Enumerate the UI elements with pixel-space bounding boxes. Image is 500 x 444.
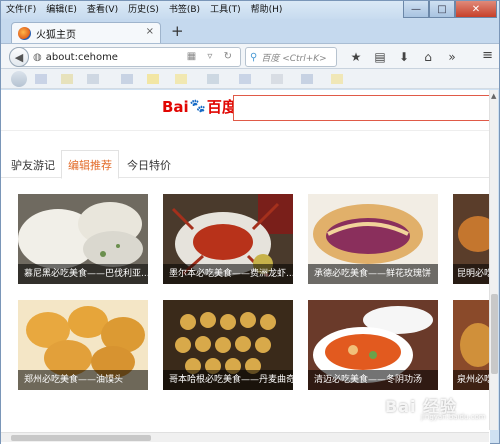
firefox-icon	[18, 26, 31, 40]
bookmark-icon[interactable]	[11, 71, 27, 87]
scroll-up-icon[interactable]: ▲	[491, 92, 496, 100]
maximize-button[interactable]: □	[429, 1, 455, 18]
food-card[interactable]: 清迈必吃美食——冬阴功汤	[308, 300, 438, 390]
bookmark-item[interactable]	[301, 74, 313, 84]
reading-list-icon[interactable]: ▤	[369, 48, 391, 66]
overflow-icon[interactable]: »	[441, 48, 463, 66]
window-controls: — □ ✕	[403, 1, 497, 18]
card-caption: 昆明必吃...	[453, 264, 490, 284]
search-input[interactable]: ⚲ 百度 <Ctrl+K>	[245, 47, 337, 67]
bookmark-item[interactable]	[61, 74, 73, 84]
bookmarks-strip	[1, 69, 499, 89]
card-caption: 泉州必吃...	[453, 370, 490, 390]
food-card[interactable]: 慕尼黑必吃美食——巴伐利亚...	[18, 194, 148, 284]
close-window-button[interactable]: ✕	[455, 1, 497, 18]
baidu-search-input[interactable]	[233, 95, 490, 121]
bookmark-item[interactable]	[239, 74, 251, 84]
home-icon[interactable]: ⌂	[417, 48, 439, 66]
minimize-button[interactable]: —	[403, 1, 429, 18]
navigation-bar: ◀ ◍ about:cehome ▦ ▿ ↻ ⚲ 百度 <Ctrl+K> ★ ▤…	[1, 43, 499, 69]
scroll-thumb[interactable]	[11, 435, 151, 441]
bookmark-item[interactable]	[175, 74, 187, 84]
globe-icon: ◍	[33, 51, 42, 63]
tab-travel-notes[interactable]: 驴友游记	[11, 157, 55, 173]
menu-help[interactable]: 帮助(H)	[246, 1, 288, 19]
nav-toolbar: ★ ▤ ⬇ ⌂ »	[345, 48, 465, 66]
divider	[1, 130, 490, 131]
food-card[interactable]: 承德必吃美食——鲜花玫瑰饼	[308, 194, 438, 284]
menu-file[interactable]: 文件(F)	[1, 1, 41, 19]
url-text[interactable]: about:cehome	[46, 52, 118, 63]
search-placeholder: 百度 <Ctrl+K>	[261, 53, 327, 64]
bookmark-item[interactable]	[87, 74, 99, 84]
bookmark-item[interactable]	[121, 74, 133, 84]
page-header: Bai 🐾 百度	[1, 90, 490, 128]
tab-home[interactable]: 火狐主页 ×	[11, 22, 161, 43]
watermark-url: jingyan.baidu.com	[421, 413, 486, 421]
food-card[interactable]: 郑州必吃美食——油馍头	[18, 300, 148, 390]
download-icon[interactable]: ⬇	[393, 48, 415, 66]
baidu-logo[interactable]: Bai 🐾 百度	[162, 96, 237, 117]
tab-editor-picks[interactable]: 编辑推荐	[68, 157, 112, 173]
card-caption: 清迈必吃美食——冬阴功汤	[308, 370, 438, 390]
new-tab-button[interactable]: +	[171, 22, 184, 40]
tab-close-icon[interactable]: ×	[146, 26, 154, 37]
search-icon: ⚲	[250, 51, 258, 63]
page-content: Bai 🐾 百度 驴友游记 编辑推荐 今日特价 慕尼黑必吃美食——巴伐利亚...	[1, 90, 490, 444]
vertical-scrollbar[interactable]: ▲	[489, 90, 498, 430]
tab-title: 火狐主页	[36, 29, 76, 41]
bookmark-item[interactable]	[271, 74, 283, 84]
horizontal-scrollbar[interactable]	[1, 432, 489, 442]
back-arrow-icon[interactable]: ◀	[9, 47, 29, 67]
card-caption: 墨尔本必吃美食——费洲龙虾...	[163, 264, 293, 284]
menu-tools[interactable]: 工具(T)	[205, 1, 246, 19]
menu-edit[interactable]: 编辑(E)	[41, 1, 82, 19]
reload-icon[interactable]: ▦ ▿ ↻	[187, 51, 236, 62]
food-card[interactable]: 墨尔本必吃美食——费洲龙虾...	[163, 194, 293, 284]
menu-bookmarks[interactable]: 书签(B)	[164, 1, 205, 19]
food-card[interactable]: 哥本哈根必吃美食——丹麦曲奇	[163, 300, 293, 390]
bookmark-star-icon[interactable]: ★	[345, 48, 367, 66]
food-card[interactable]: 昆明必吃...	[453, 194, 490, 284]
hamburger-menu-icon[interactable]: ≡	[482, 48, 493, 63]
bookmark-item[interactable]	[35, 74, 47, 84]
food-card[interactable]: 泉州必吃...	[453, 300, 490, 390]
menu-history[interactable]: 历史(S)	[123, 1, 164, 19]
card-caption: 承德必吃美食——鲜花玫瑰饼	[308, 264, 438, 284]
menu-bar: 文件(F) 编辑(E) 查看(V) 历史(S) 书签(B) 工具(T) 帮助(H…	[1, 1, 499, 19]
bookmark-item[interactable]	[207, 74, 219, 84]
url-bar[interactable]: ◀ ◍ about:cehome ▦ ▿ ↻	[9, 47, 241, 67]
content-tabs: 驴友游记 编辑推荐 今日特价	[1, 150, 490, 179]
tab-daily-deals[interactable]: 今日特价	[127, 157, 171, 173]
card-caption: 慕尼黑必吃美食——巴伐利亚...	[18, 264, 148, 284]
card-caption: 哥本哈根必吃美食——丹麦曲奇	[163, 370, 293, 390]
bookmark-item[interactable]	[331, 74, 343, 84]
browser-window: 文件(F) 编辑(E) 查看(V) 历史(S) 书签(B) 工具(T) 帮助(H…	[0, 0, 500, 444]
menu-view[interactable]: 查看(V)	[82, 1, 123, 19]
tab-strip: 火狐主页 × +	[1, 19, 499, 43]
paw-icon: 🐾	[189, 99, 206, 114]
scroll-thumb[interactable]	[491, 294, 498, 374]
bookmark-item[interactable]	[147, 74, 159, 84]
card-caption: 郑州必吃美食——油馍头	[18, 370, 148, 390]
